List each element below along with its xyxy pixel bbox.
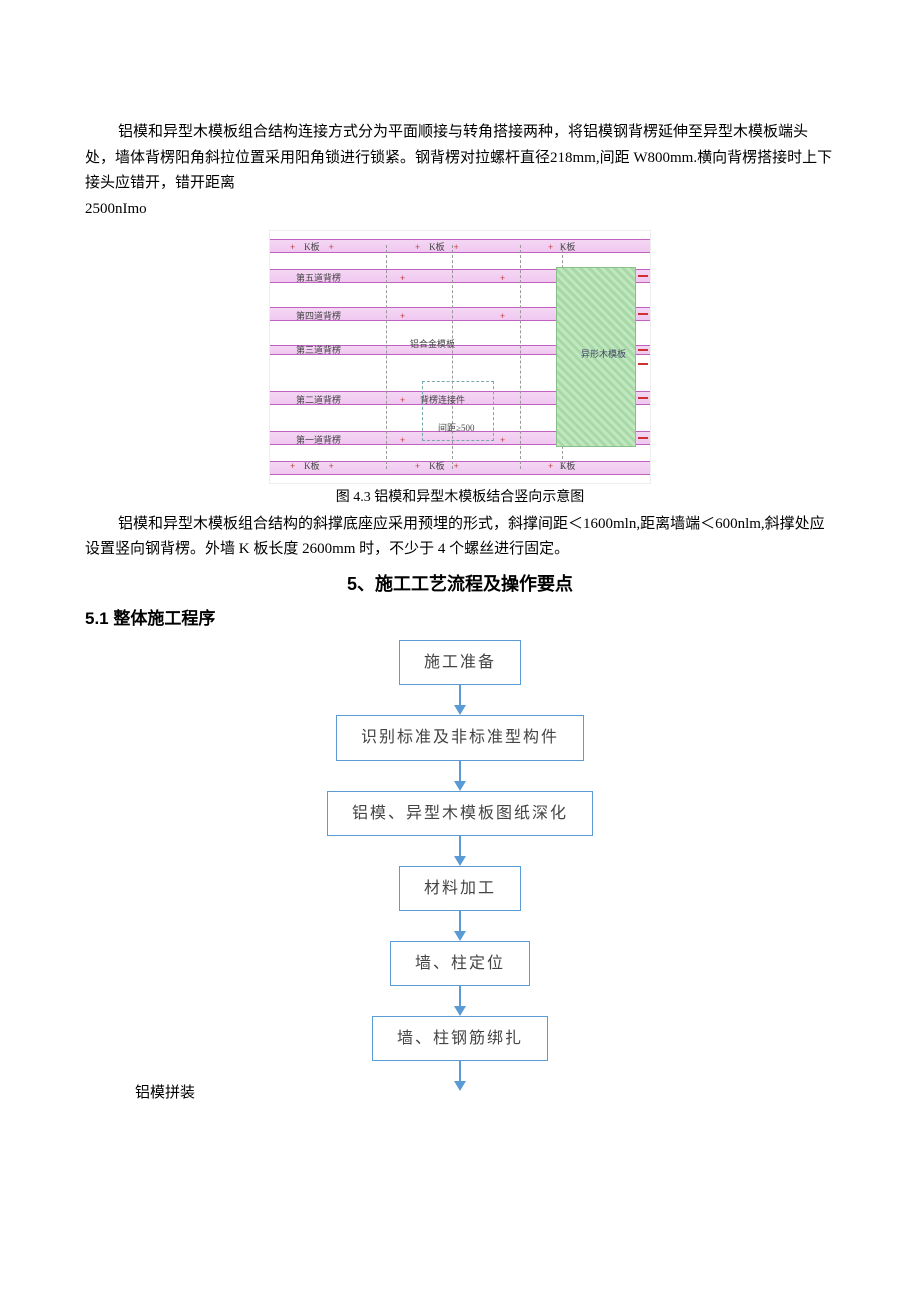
rib-label-2: 第二道背楞 xyxy=(296,393,341,408)
flow-node-2: 识别标准及非标准型构件 xyxy=(336,715,584,760)
diagram-4-3: + K板 + + K板 + + K板 + K板 + + K板 + + K板 第五… xyxy=(269,230,651,484)
rib-label-5: 第五道背楞 xyxy=(296,271,341,286)
flow-node-6: 墙、柱钢筋绑扎 xyxy=(372,1016,548,1061)
document-page: 铝模和异型木模板组合结构连接方式分为平面顺接与转角搭接两种，将铝模钢背楞延伸至异… xyxy=(0,0,920,1301)
figure-4-3-caption: 图 4.3 铝模和异型木模板结合竖向示意图 xyxy=(85,486,835,510)
rib-label-4: 第四道背楞 xyxy=(296,309,341,324)
flow-node-1: 施工准备 xyxy=(399,640,521,685)
flow-node-3: 铝模、异型木模板图纸深化 xyxy=(327,791,593,836)
flow-node-4: 材料加工 xyxy=(399,866,521,911)
dim-label: 间距≥500 xyxy=(438,421,474,436)
flow-next-floating-label: 铝模拼装 xyxy=(135,1081,835,1107)
k-label-top-3: K板 xyxy=(560,242,576,252)
flowchart-5-1: 施工准备 识别标准及非标准型构件 铝模、异型木模板图纸深化 材料加工 墙、柱定位… xyxy=(300,640,620,1091)
rib-label-3: 第三道背楞 xyxy=(296,343,341,358)
connector-label: 背楞连接件 xyxy=(420,393,465,408)
k-label-bot-1: K板 xyxy=(304,461,320,471)
k-label-top-2: K板 xyxy=(429,242,445,252)
k-label-bot-2: K板 xyxy=(429,461,445,471)
section-5-title: 5、施工工艺流程及操作要点 xyxy=(85,569,835,600)
paragraph-1a: 铝模和异型木模板组合结构连接方式分为平面顺接与转角搭接两种，将铝模钢背楞延伸至异… xyxy=(85,120,835,197)
k-label-bot-3: K板 xyxy=(560,461,576,471)
paragraph-1b: 2500nImo xyxy=(85,197,835,223)
wood-label: 异形木模板 xyxy=(581,347,626,362)
flow-node-5: 墙、柱定位 xyxy=(390,941,530,986)
k-label-top-1: K板 xyxy=(304,242,320,252)
paragraph-2: 铝模和异型木模板组合结构的斜撑底座应采用预埋的形式，斜撑间距＜1600mln,距… xyxy=(85,512,835,563)
rib-label-1: 第一道背楞 xyxy=(296,433,341,448)
section-5-1-title: 5.1 整体施工程序 xyxy=(85,605,835,634)
center-label: 铝合金模板 xyxy=(410,337,455,352)
